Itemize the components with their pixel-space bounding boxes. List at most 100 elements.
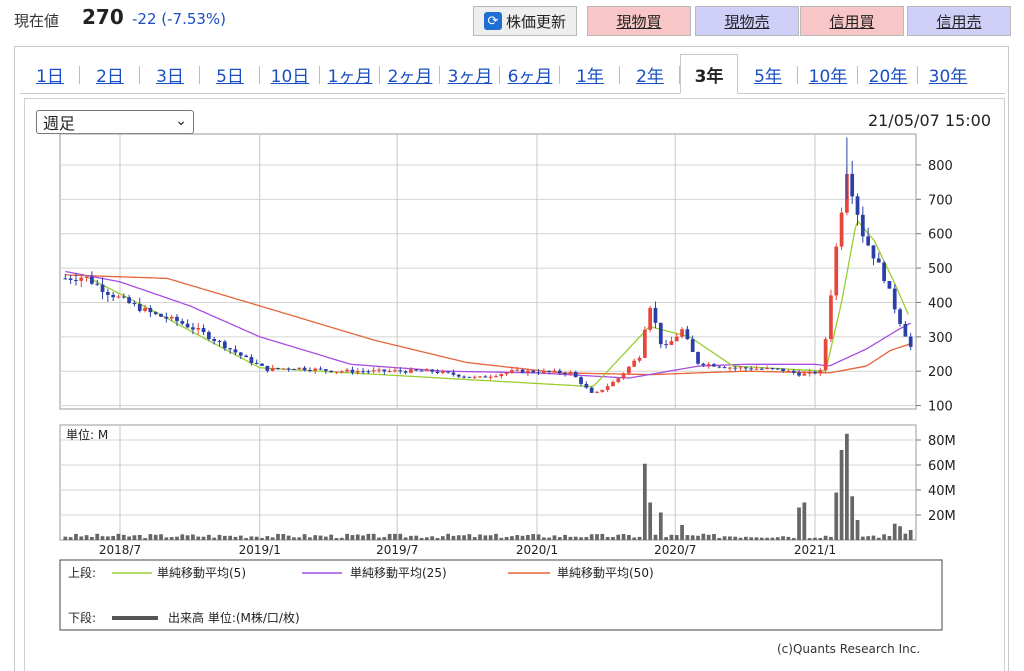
copyright-credit: (c)Quants Research Inc.: [777, 642, 921, 656]
candle-body: [260, 363, 264, 366]
candle-body: [616, 378, 621, 382]
candle-body: [281, 368, 286, 370]
volume-bar: [446, 533, 450, 540]
price-tick-label: 100: [928, 400, 953, 415]
volume-bar: [63, 536, 68, 540]
volume-bar: [371, 533, 376, 540]
volume-bar: [68, 537, 73, 540]
candle-body: [228, 348, 232, 350]
volume-bar: [127, 536, 131, 540]
candle-body: [860, 214, 865, 237]
volume-bar: [323, 536, 328, 540]
volume-bar: [860, 536, 865, 540]
volume-bar: [621, 533, 626, 540]
x-tick-label: 2021/1: [794, 543, 836, 557]
volume-bar: [159, 534, 163, 540]
volume-bar: [823, 535, 828, 540]
volume-bar: [286, 535, 291, 540]
volume-bar: [334, 538, 339, 540]
volume-bar: [781, 536, 785, 540]
volume-tick-label: 40M: [928, 484, 956, 499]
volume-bar: [270, 537, 275, 540]
candle-body: [717, 366, 722, 368]
candle-body: [132, 303, 137, 305]
volume-bar: [382, 537, 387, 540]
candle-body: [834, 246, 839, 296]
candle-body: [265, 365, 270, 371]
candle-body: [499, 374, 504, 377]
candle-body: [887, 281, 892, 289]
candle-body: [424, 369, 429, 372]
candle-body: [775, 368, 780, 370]
volume-bar: [414, 535, 419, 540]
volume-bar: [563, 534, 567, 540]
candle-body: [339, 371, 344, 373]
volume-bar: [105, 536, 110, 540]
volume-bar: [876, 537, 881, 540]
volume-bar: [733, 536, 738, 540]
volume-bar: [595, 534, 599, 540]
candle-body: [440, 371, 445, 373]
price-axis: 100 200 300 400 500 600 700 800: [916, 159, 953, 415]
volume-bar: [866, 536, 871, 540]
volume-bar: [254, 536, 259, 540]
volume-bar: [797, 507, 801, 540]
volume-bar: [201, 536, 206, 540]
volume-bar: [281, 534, 286, 540]
candle-body: [573, 372, 578, 378]
candle-body: [185, 323, 190, 328]
volume-bar: [637, 536, 642, 540]
candle-body: [642, 329, 647, 358]
candle-body: [653, 307, 658, 323]
candle-body: [770, 368, 775, 370]
volume-bar: [169, 537, 174, 540]
volume-bar: [829, 536, 833, 540]
candle-body: [685, 329, 690, 340]
candle-body: [605, 386, 610, 390]
volume-bar: [754, 537, 759, 540]
volume-tick-label: 60M: [928, 459, 956, 474]
candle-body: [419, 370, 424, 372]
candle-body: [855, 196, 860, 215]
volume-bar: [456, 535, 461, 540]
candle-body: [696, 352, 700, 364]
candle-body: [903, 323, 908, 337]
candle-body: [744, 367, 748, 369]
volume-bar: [584, 537, 589, 540]
volume-bar: [424, 537, 429, 540]
volume-bar: [430, 536, 435, 540]
candle-body: [802, 373, 807, 376]
volume-bar: [541, 537, 546, 540]
candle-body: [632, 360, 637, 367]
candle-body: [664, 344, 668, 346]
legend-ma25: 単純移動平均(25): [350, 566, 447, 580]
volume-bar: [791, 537, 796, 540]
volume-bar: [845, 433, 849, 540]
volume-bar: [398, 533, 403, 540]
candle-body: [568, 372, 573, 374]
volume-bar: [185, 535, 190, 540]
candle-body: [191, 327, 195, 330]
candle-body: [807, 371, 812, 374]
volume-bar: [664, 537, 668, 540]
candle-body: [749, 368, 754, 370]
candle-body: [63, 278, 68, 280]
legend-ma50: 単純移動平均(50): [557, 566, 654, 580]
candle-body: [621, 373, 626, 379]
volume-bar: [616, 534, 621, 540]
candle-body: [79, 277, 84, 281]
candle-body: [68, 278, 73, 280]
volume-bar: [222, 535, 227, 540]
volume-bar: [467, 534, 472, 540]
candle-body: [446, 371, 450, 373]
candle-body: [297, 367, 302, 370]
volume-bar: [318, 535, 323, 540]
volume-bar: [84, 535, 89, 540]
volume-bar: [818, 537, 823, 540]
volume-bar: [361, 535, 365, 540]
candle-body: [456, 374, 461, 377]
volume-bar: [839, 450, 844, 540]
candle-body: [105, 292, 110, 295]
candle-body: [462, 376, 466, 378]
volume-bar: [217, 534, 222, 540]
